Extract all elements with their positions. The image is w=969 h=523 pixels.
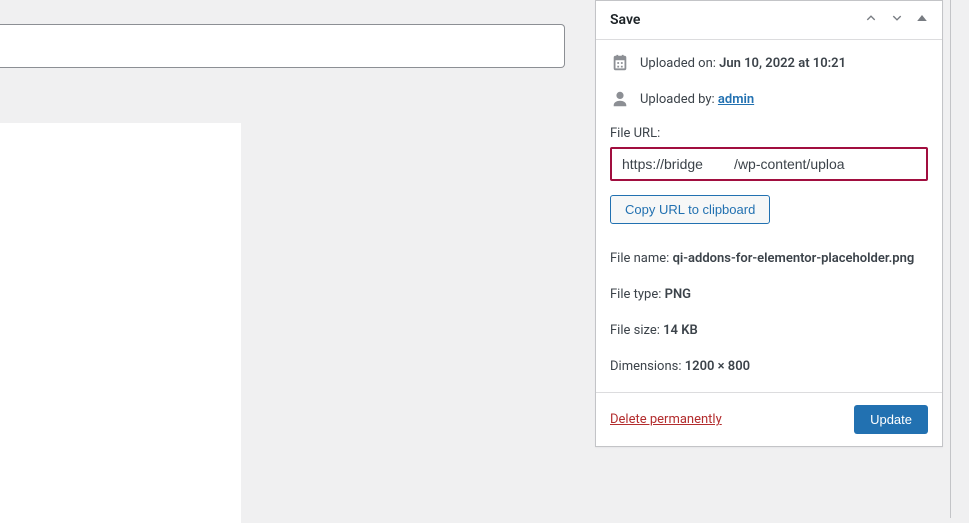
file-type-row: File type: PNG	[610, 284, 928, 306]
chevron-up-icon[interactable]	[864, 11, 878, 29]
uploaded-by-user-link[interactable]: admin	[718, 92, 754, 107]
file-type-value: PNG	[665, 287, 691, 302]
file-url-input[interactable]	[610, 147, 928, 181]
uploaded-on-row: Uploaded on: Jun 10, 2022 at 10:21	[610, 54, 928, 72]
file-name-value: qi-addons-for-elementor-placeholder.png	[673, 251, 915, 266]
dimensions-label: Dimensions:	[610, 359, 682, 374]
delete-permanently-link[interactable]: Delete permanently	[610, 412, 722, 427]
file-name-label: File name:	[610, 251, 669, 266]
media-preview	[0, 123, 241, 523]
file-url-label: File URL:	[610, 126, 928, 141]
panel-footer: Delete permanently Update	[596, 392, 942, 446]
file-name-row: File name: qi-addons-for-elementor-place…	[610, 248, 928, 270]
uploaded-by-text: Uploaded by: admin	[640, 92, 754, 107]
file-info: File name: qi-addons-for-elementor-place…	[610, 248, 928, 378]
panel-header: Save	[596, 1, 942, 40]
chevron-down-icon[interactable]	[890, 11, 904, 29]
title-input-wrapper	[0, 24, 565, 68]
triangle-up-icon[interactable]	[916, 12, 928, 28]
vertical-divider	[950, 0, 951, 518]
calendar-icon	[610, 54, 630, 72]
file-size-label: File size:	[610, 323, 660, 338]
uploaded-by-row: Uploaded by: admin	[610, 90, 928, 108]
dimensions-value: 1200 × 800	[685, 359, 750, 374]
uploaded-on-label: Uploaded on:	[640, 56, 716, 71]
copy-url-button[interactable]: Copy URL to clipboard	[610, 195, 770, 224]
file-size-row: File size: 14 KB	[610, 320, 928, 342]
title-input[interactable]	[0, 24, 565, 68]
uploaded-by-label: Uploaded by:	[640, 92, 715, 107]
file-type-label: File type:	[610, 287, 661, 302]
uploaded-on-text: Uploaded on: Jun 10, 2022 at 10:21	[640, 56, 846, 71]
main-content	[0, 24, 565, 523]
panel-controls	[864, 11, 928, 29]
update-button[interactable]: Update	[854, 405, 928, 434]
panel-body: Uploaded on: Jun 10, 2022 at 10:21 Uploa…	[596, 40, 942, 378]
save-metabox: Save Uploaded on: Jun 10, 2022 at 10:21	[595, 0, 943, 447]
uploaded-on-value: Jun 10, 2022 at 10:21	[719, 56, 846, 71]
file-size-value: 14 KB	[663, 323, 698, 338]
panel-title: Save	[610, 12, 640, 28]
dimensions-row: Dimensions: 1200 × 800	[610, 356, 928, 378]
user-icon	[610, 90, 630, 108]
